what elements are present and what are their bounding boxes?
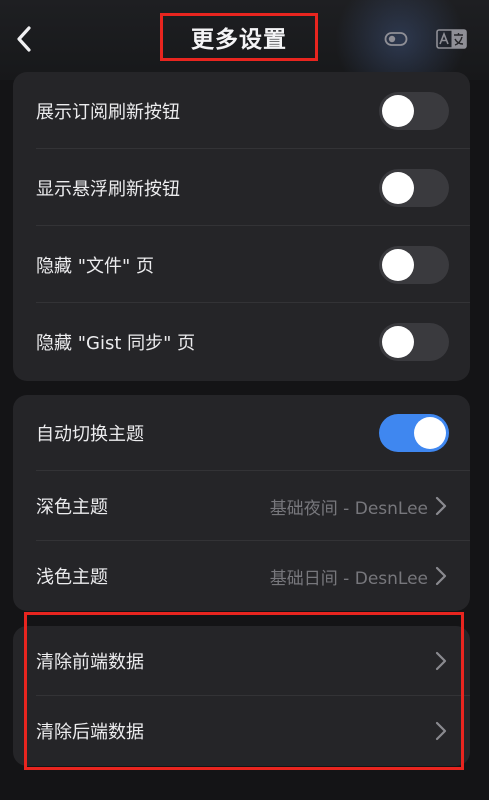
setting-row-light-theme[interactable]: 浅色主题 基础日间 - DesnLee [13,541,470,611]
toggle-knob [382,326,414,358]
setting-label: 隐藏 "文件" 页 [36,255,155,277]
setting-label: 展示订阅刷新按钮 [36,101,180,123]
setting-label: 清除前端数据 [36,652,144,673]
header-bar: 更多设置 [0,0,489,100]
setting-row-hide-files: 隐藏 "文件" 页 [13,226,470,303]
setting-row-dark-theme[interactable]: 深色主题 基础夜间 - DesnLee [13,471,470,541]
show-floating-refresh-toggle[interactable] [379,169,449,207]
setting-label: 隐藏 "Gist 同步" 页 [36,332,196,354]
chevron-right-icon [435,721,447,741]
toggle-knob [382,249,414,281]
hide-files-toggle[interactable] [379,246,449,284]
toggle-knob [382,172,414,204]
setting-label: 显示悬浮刷新按钮 [36,178,180,200]
setting-label: 浅色主题 [36,567,108,588]
hide-gist-sync-toggle[interactable] [379,323,449,361]
toggle-knob [382,95,414,127]
title-highlight: 更多设置 [160,13,318,61]
dark-theme-value: 基础夜间 - DesnLee [269,498,428,519]
chevron-right-icon [435,496,447,516]
chevron-right-icon [435,566,447,586]
translate-icon[interactable] [436,28,467,50]
toggle-icon[interactable] [384,28,408,50]
setting-label: 自动切换主题 [36,424,144,445]
data-clear-card: 清除前端数据 清除后端数据 [13,626,470,766]
toggle-settings-card: 展示订阅刷新按钮 显示悬浮刷新按钮 隐藏 "文件" 页 隐藏 "Gist 同步"… [13,72,470,381]
auto-theme-toggle[interactable] [379,414,449,452]
chevron-right-icon [435,651,447,671]
page-title: 更多设置 [191,27,287,53]
setting-row-show-floating-refresh: 显示悬浮刷新按钮 [13,149,470,226]
light-theme-value: 基础日间 - DesnLee [269,568,428,589]
setting-label: 深色主题 [36,497,108,518]
chevron-left-icon[interactable] [12,22,36,56]
clear-frontend-data-row[interactable]: 清除前端数据 [13,626,470,696]
show-subscription-refresh-toggle[interactable] [379,92,449,130]
setting-label: 清除后端数据 [36,722,144,743]
setting-row-show-subscription-refresh: 展示订阅刷新按钮 [13,72,470,149]
setting-row-auto-theme: 自动切换主题 [13,395,470,471]
toggle-knob [414,417,446,449]
setting-row-hide-gist-sync: 隐藏 "Gist 同步" 页 [13,303,470,380]
clear-backend-data-row[interactable]: 清除后端数据 [13,696,470,766]
theme-settings-card: 自动切换主题 深色主题 基础夜间 - DesnLee 浅色主题 基础日间 - D… [13,395,470,611]
